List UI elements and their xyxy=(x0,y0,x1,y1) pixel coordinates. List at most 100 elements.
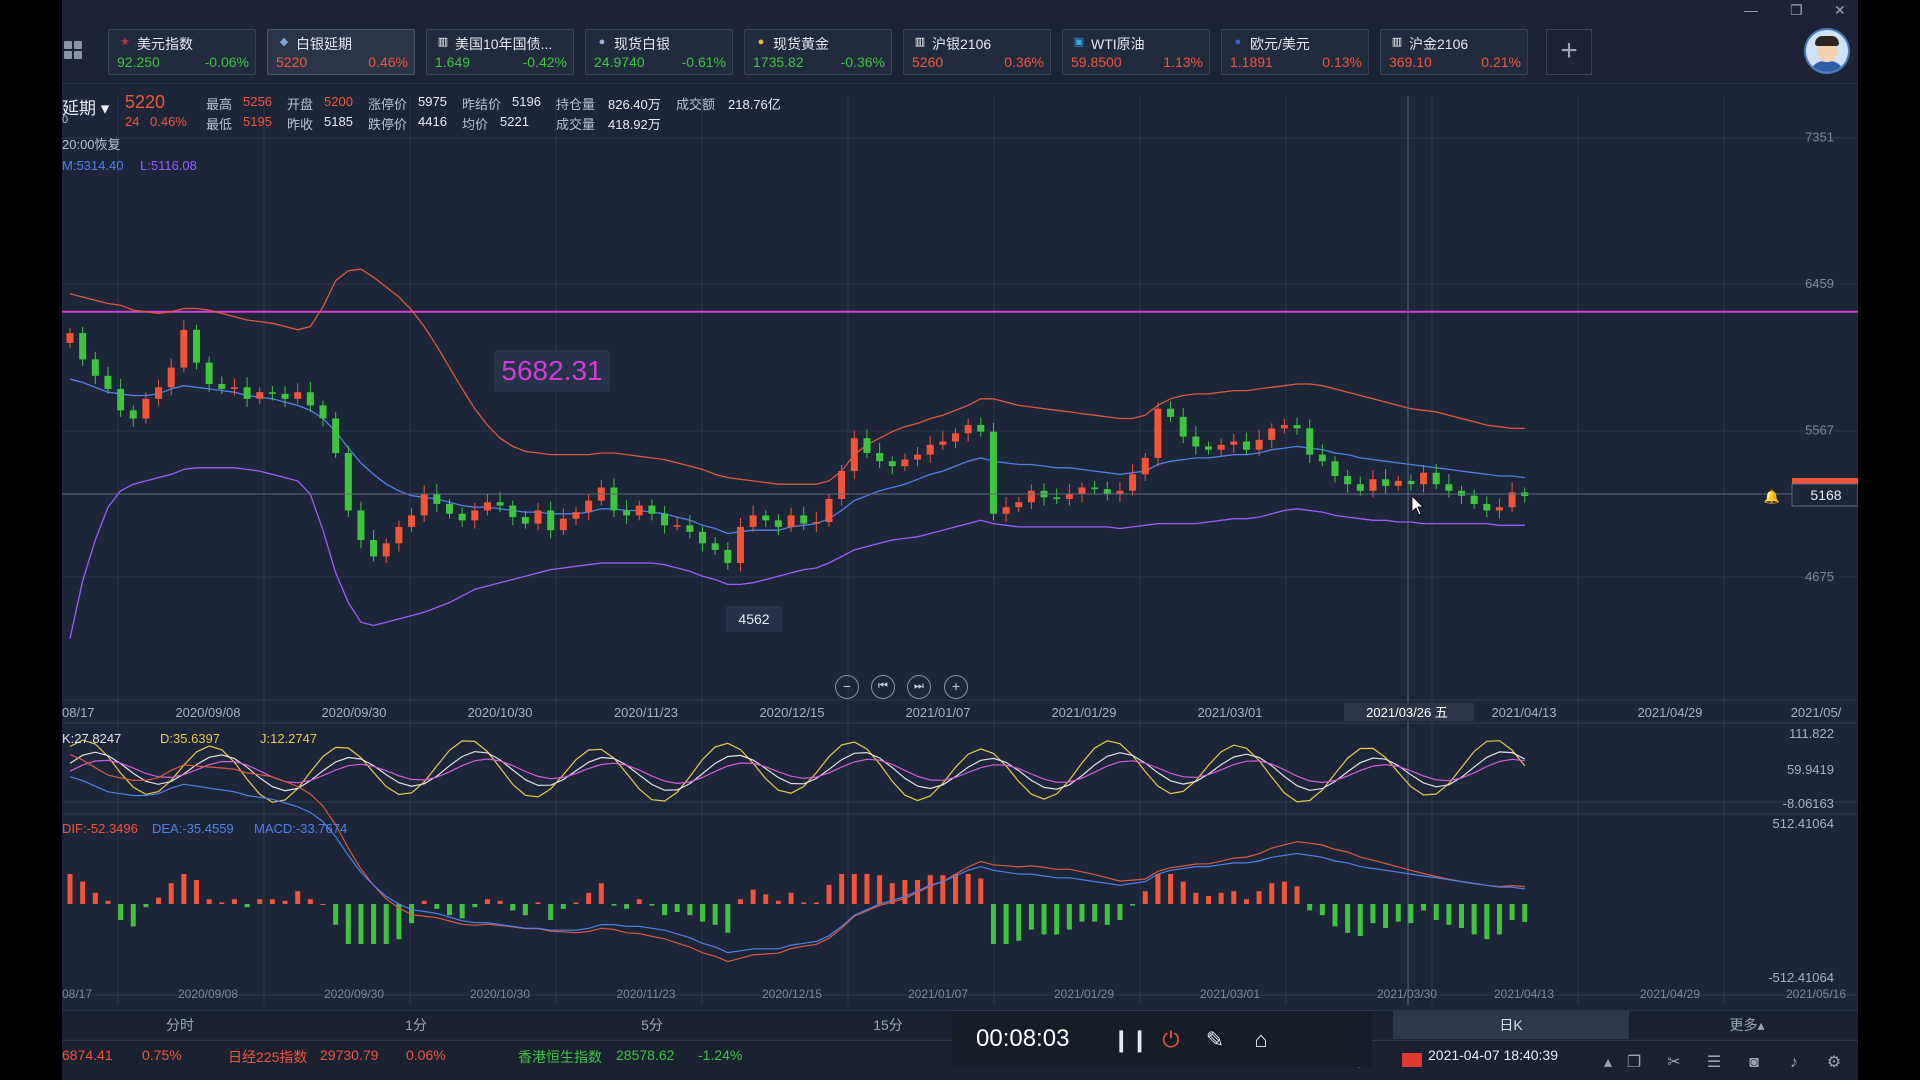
speaker-icon[interactable]: ♪ xyxy=(1784,1053,1804,1073)
pause-icon[interactable]: ❙❙ xyxy=(1112,1027,1149,1053)
candle-body xyxy=(1483,503,1491,511)
macd-axis-label: -512.41064 xyxy=(1768,970,1834,985)
candle-body xyxy=(585,500,593,513)
candle-body xyxy=(534,510,542,524)
candle-body xyxy=(357,510,365,541)
candle-body xyxy=(1280,425,1288,429)
tab-period[interactable]: 5分 xyxy=(534,1011,770,1039)
macd-bar xyxy=(1003,904,1009,944)
hsi-change: -1.24% xyxy=(698,1047,743,1063)
camera-icon[interactable]: ◙ xyxy=(1744,1053,1764,1073)
low-label: 最低 xyxy=(206,117,233,132)
macd-bar xyxy=(1383,904,1389,928)
tab-period[interactable]: 日K xyxy=(1393,1011,1629,1039)
settings-icon[interactable]: ⚙ xyxy=(1824,1053,1844,1073)
candle-body xyxy=(838,471,846,499)
candle-body xyxy=(989,431,997,514)
macd-value-label: MACD:-33.7674 xyxy=(254,821,348,836)
instrument-name[interactable]: 延期 ▾ xyxy=(62,94,109,119)
candle-body xyxy=(1167,408,1175,417)
nikkei-name[interactable]: 日经225指数 xyxy=(228,1047,307,1067)
candle-body xyxy=(863,438,871,454)
hsi-name[interactable]: 香港恒生指数 xyxy=(518,1047,602,1067)
macd-bar xyxy=(700,904,705,922)
macd-bar xyxy=(447,904,452,916)
macd-bar xyxy=(687,904,693,916)
kdj-axis-label: 59.9419 xyxy=(1787,762,1834,777)
open-interest-value: 826.40万 xyxy=(608,97,661,112)
macd-bar xyxy=(1054,904,1060,935)
candle-body xyxy=(850,438,858,472)
kdj-d-label: D:35.6397 xyxy=(160,731,220,746)
candle-body xyxy=(129,410,137,419)
candle-body xyxy=(420,494,428,516)
macd-bar xyxy=(1395,904,1401,922)
macd-bar xyxy=(1206,896,1211,904)
candle-body xyxy=(1445,484,1453,491)
macd-bar xyxy=(1357,904,1363,936)
home-icon[interactable]: ⌂ xyxy=(1248,1027,1274,1053)
candle-body xyxy=(825,498,833,522)
macd-bar xyxy=(813,902,819,904)
macd-bar xyxy=(1484,904,1490,940)
macd-bar xyxy=(156,897,162,904)
macd-bar xyxy=(1294,886,1300,904)
time-axis-label: 2020/12/15 xyxy=(759,705,824,720)
recorder-time: 00:08:03 xyxy=(976,1025,1070,1052)
kdj-axis-label: 111.822 xyxy=(1789,726,1834,741)
caret-up-icon[interactable]: ▴ xyxy=(1598,1053,1618,1073)
candle-body xyxy=(1420,472,1428,485)
nikkei-change: 0.06% xyxy=(406,1047,446,1063)
tab-period[interactable]: 分时 xyxy=(62,1011,298,1039)
macd-bar xyxy=(953,874,958,904)
power-icon[interactable]: ⏻ xyxy=(1158,1027,1184,1053)
candle-body xyxy=(1091,487,1099,490)
macd-bar xyxy=(181,874,187,904)
candle-body xyxy=(496,502,504,506)
macd-bar xyxy=(560,904,566,909)
avg-value: 5221 xyxy=(500,114,529,129)
zoom-out-button[interactable]: − xyxy=(835,675,859,699)
tools-icon[interactable]: ✂ xyxy=(1664,1053,1684,1073)
alert-bell-icon: 🔔 xyxy=(1764,489,1780,504)
candle-body xyxy=(268,392,276,394)
macd-bar xyxy=(1459,904,1464,928)
zoom-in-button[interactable]: + xyxy=(944,675,968,699)
candle-body xyxy=(205,362,213,385)
kdj-j-label: J:12.2747 xyxy=(260,731,318,746)
macd-bar xyxy=(611,904,617,906)
time-axis-label-bottom: 2020/09/08 xyxy=(178,987,238,1001)
macd-dea-label: DEA:-35.4559 xyxy=(152,821,234,836)
window-icon[interactable]: ❐ xyxy=(1624,1053,1644,1073)
macd-bar xyxy=(864,874,870,904)
pen-icon[interactable]: ✎ xyxy=(1202,1027,1228,1053)
candle-body xyxy=(294,392,302,399)
macd-bar xyxy=(801,902,807,904)
macd-bar xyxy=(940,875,946,904)
time-axis-label-bottom: 2020/12/15 xyxy=(762,987,822,1001)
macd-bar xyxy=(1041,904,1047,935)
macd-bar xyxy=(1231,891,1237,904)
open-value: 5200 xyxy=(324,94,353,109)
macd-dea-line xyxy=(69,776,1525,954)
candle-body xyxy=(1508,492,1516,508)
candle-body xyxy=(762,515,770,521)
scroll-start-button[interactable]: ⏮ xyxy=(871,675,895,699)
candle-body xyxy=(471,510,479,521)
macd-bar xyxy=(282,900,288,904)
tab-period[interactable]: 更多▴ xyxy=(1629,1011,1858,1039)
macd-bar xyxy=(1471,904,1477,935)
scroll-end-button[interactable]: ⏭ xyxy=(907,675,931,699)
instrument-sub: 0 xyxy=(62,114,69,126)
time-axis-label: 2021/01/07 xyxy=(905,705,970,720)
turnover-label: 成交额 xyxy=(676,97,716,112)
tab-period[interactable]: 1分 xyxy=(298,1011,534,1039)
candle-body xyxy=(180,329,188,368)
price-chart[interactable]: 7351 6459 5567 4675 5682.31 4562 5168 🔔 08/17 202… xyxy=(62,0,1858,1010)
macd-bar xyxy=(598,883,604,904)
candle-body xyxy=(711,543,719,550)
time-axis-label: 2021/04/29 xyxy=(1637,705,1702,720)
macd-bar xyxy=(737,899,743,904)
menu-icon[interactable]: ☰ xyxy=(1704,1053,1724,1073)
macd-bar xyxy=(548,904,554,920)
